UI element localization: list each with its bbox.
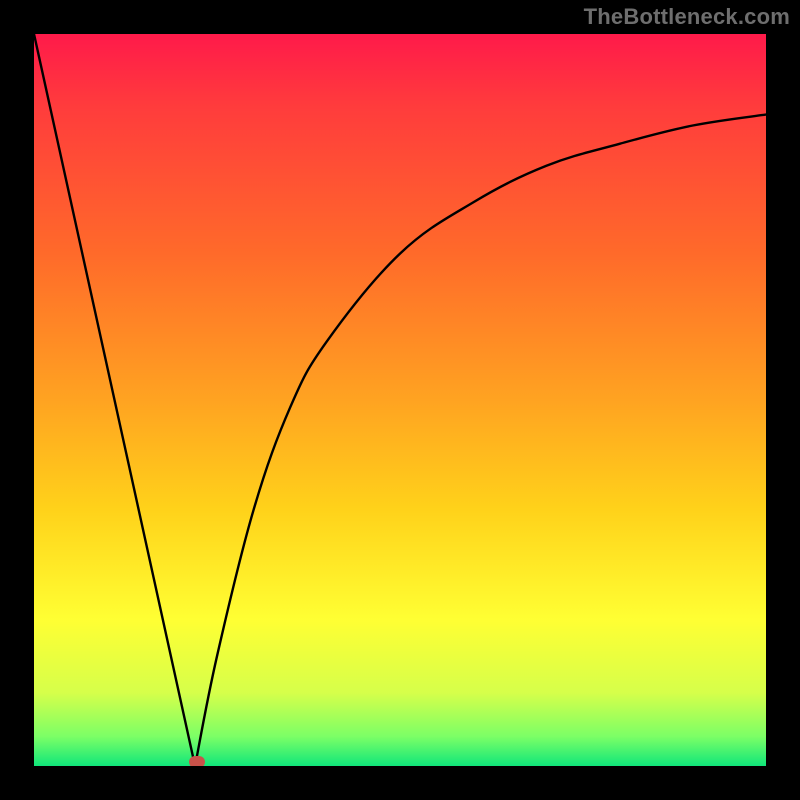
curve-right (195, 115, 766, 766)
curve-left (34, 34, 195, 766)
min-marker-dot (189, 756, 205, 766)
watermark-text: TheBottleneck.com (584, 4, 790, 30)
chart-frame: TheBottleneck.com (0, 0, 800, 800)
curve-layer (34, 34, 766, 766)
plot-area (34, 34, 766, 766)
